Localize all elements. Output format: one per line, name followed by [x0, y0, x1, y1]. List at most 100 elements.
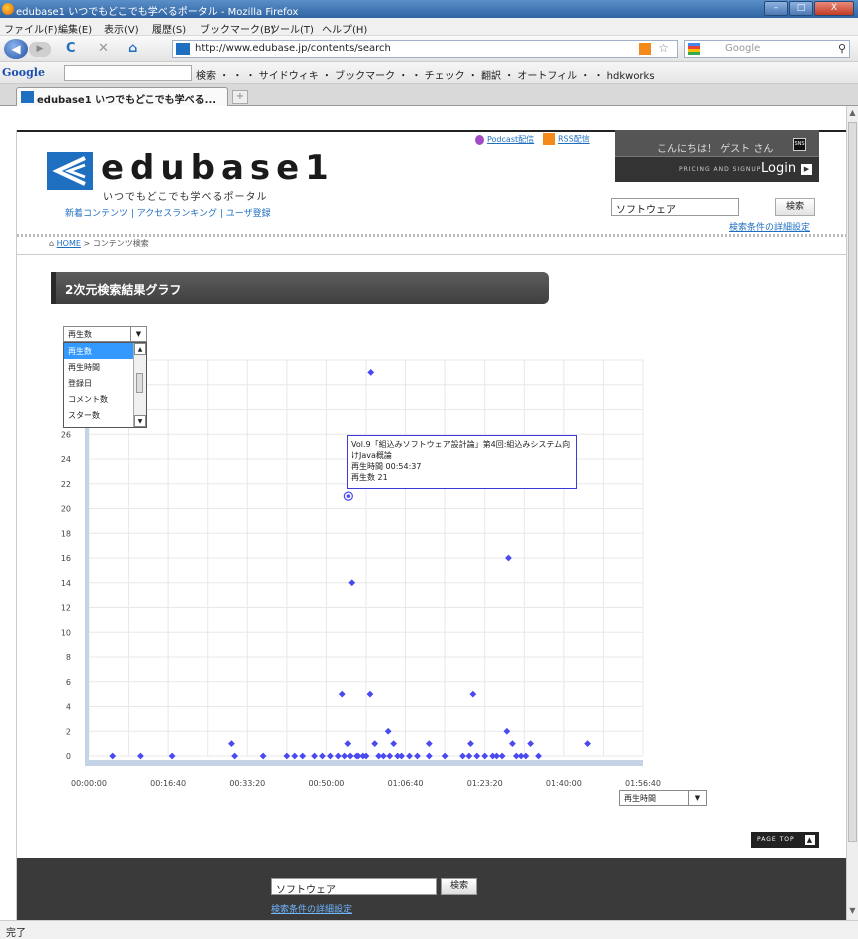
data-point — [319, 752, 326, 760]
data-point — [380, 752, 387, 760]
y-tick-label: 26 — [61, 430, 71, 439]
forward-button[interactable]: ▶ — [29, 42, 51, 57]
breadcrumb-home[interactable]: HOME — [57, 239, 81, 248]
section-title: 2次元検索結果グラフ — [51, 272, 549, 304]
advanced-search-link[interactable]: 検索条件の詳細設定 — [729, 220, 810, 233]
firefox-icon — [2, 3, 14, 15]
y-tick-label: 12 — [61, 604, 71, 613]
search-bar[interactable]: Google ⚲ — [684, 40, 850, 58]
data-point — [459, 752, 466, 760]
y-axis-options-list[interactable]: 再生数 再生時間 登録日 コメント数 スター数 ▲ ▼ — [63, 342, 147, 428]
url-bar[interactable]: http://www.edubase.jp/contents/search ☆ — [172, 40, 678, 58]
window-titlebar[interactable]: edubase1 いつでもどこでも学べるポータル - Mozilla Firef… — [0, 0, 858, 18]
scroll-down-icon[interactable]: ▼ — [134, 415, 146, 427]
breadcrumb-divider — [17, 254, 846, 255]
y-option-registered[interactable]: 登録日 — [64, 375, 134, 391]
chevron-down-icon[interactable]: ▼ — [130, 327, 146, 341]
data-point — [228, 740, 235, 748]
new-tab-button[interactable]: + — [232, 90, 248, 104]
data-point — [505, 554, 512, 562]
data-point — [522, 752, 530, 760]
site-logo[interactable]: edubase1 いつでもどこでも学べるポータル — [47, 148, 329, 204]
footer: ソフトウェア 検索 検索条件の詳細設定 — [17, 858, 846, 920]
login-arrow-icon: ▶ — [801, 164, 812, 175]
tab-favicon-icon — [21, 91, 34, 103]
menu-file[interactable]: ファイル(F) — [4, 21, 58, 36]
data-point — [441, 752, 449, 760]
scroll-up-icon[interactable]: ▲ — [134, 343, 146, 355]
menu-edit[interactable]: 編集(E) — [58, 21, 92, 36]
data-point — [535, 752, 542, 760]
data-point — [398, 752, 406, 760]
header-search-button[interactable]: 検索 — [775, 198, 815, 216]
footer-search-input[interactable]: ソフトウェア — [271, 878, 437, 896]
highlighted-point-center — [346, 494, 351, 498]
minimize-button[interactable]: – — [764, 1, 788, 16]
rss-label: RSS配信 — [558, 134, 590, 144]
status-bar: 完了 — [0, 920, 858, 939]
options-scrollbar[interactable]: ▲ ▼ — [133, 343, 146, 427]
scroll-up-icon[interactable]: ▲ — [848, 108, 857, 120]
data-point — [425, 752, 433, 760]
breadcrumb: ⌂ HOME > コンテンツ検索 — [49, 238, 149, 249]
login-button[interactable]: Login — [761, 161, 796, 176]
menu-tools[interactable]: ツール(T) — [270, 21, 314, 36]
back-button[interactable]: ◀ — [4, 39, 28, 59]
google-icon[interactable] — [688, 43, 700, 55]
menu-bookmarks[interactable]: ブックマーク(B) — [200, 21, 275, 36]
x-tick-label: 00:16:40 — [150, 779, 186, 788]
url-text: http://www.edubase.jp/contents/search — [195, 43, 391, 54]
footer-advanced-search-link[interactable]: 検索条件の詳細設定 — [271, 902, 352, 915]
header-search-input[interactable]: ソフトウェア — [611, 198, 739, 216]
y-tick-label: 10 — [61, 628, 71, 637]
scroll-down-icon[interactable]: ▼ — [848, 906, 857, 918]
data-point — [109, 752, 117, 760]
data-point — [259, 752, 267, 760]
sns-icon[interactable]: SNS — [793, 138, 806, 151]
tab-edubase[interactable]: edubase1 いつでもどこでも学べる... — [16, 87, 228, 106]
y-option-comments[interactable]: コメント数 — [64, 391, 134, 407]
home-icon: ⌂ — [49, 239, 57, 248]
tab-bar: edubase1 いつでもどこでも学べる... + — [0, 84, 858, 106]
maximize-button[interactable]: □ — [789, 1, 813, 16]
google-search-input[interactable] — [64, 65, 192, 81]
menu-view[interactable]: 表示(V) — [104, 21, 139, 36]
close-button[interactable]: X — [814, 1, 854, 16]
data-point — [390, 740, 398, 748]
page-top-button[interactable]: PAGE TOP ▲ — [751, 832, 819, 848]
footer-search-button[interactable]: 検索 — [441, 878, 477, 895]
data-point — [231, 752, 239, 760]
stop-icon[interactable]: ✕ — [98, 41, 109, 56]
pricing-link[interactable]: PRICING AND SIGNUP — [679, 166, 761, 173]
header-links[interactable]: 新着コンテンツ | アクセスランキング | ユーザ登録 — [65, 206, 271, 219]
home-icon[interactable]: ⌂ — [128, 41, 137, 56]
rss-icon[interactable] — [639, 43, 651, 55]
y-tick-label: 8 — [66, 653, 71, 662]
data-point — [414, 752, 421, 760]
y-axis-select[interactable]: 再生数 ▼ — [63, 326, 147, 342]
login-row[interactable]: PRICING AND SIGNUP Login ▶ — [615, 157, 819, 182]
google-toolbar-items[interactable]: 検索 ・ ・ ・ サイドウィキ ・ ブックマーク ・ ・ チェック ・ 翻訳 ・… — [196, 67, 655, 82]
bookmark-star-icon[interactable]: ☆ — [658, 41, 669, 55]
y-option-stars[interactable]: スター数 — [64, 407, 134, 423]
reload-icon[interactable]: C — [66, 41, 76, 56]
podcast-link[interactable]: Podcast配信 — [475, 134, 534, 145]
y-tick-label: 18 — [61, 529, 71, 538]
breadcrumb-current: > コンテンツ検索 — [83, 239, 149, 248]
x-tick-label: 00:50:00 — [308, 779, 344, 788]
menu-help[interactable]: ヘルプ(H) — [322, 21, 367, 36]
page-content: edubase1 いつでもどこでも学べるポータル 新着コンテンツ | アクセスラ… — [16, 130, 846, 920]
y-option-duration[interactable]: 再生時間 — [64, 359, 134, 375]
podcast-label: Podcast配信 — [487, 135, 535, 144]
scroll-thumb[interactable] — [136, 373, 143, 393]
x-axis-select[interactable]: 再生時間 ▼ — [619, 790, 707, 806]
rss-link[interactable]: RSS配信 — [543, 133, 590, 145]
scroll-thumb[interactable] — [848, 122, 857, 842]
menu-history[interactable]: 履歴(S) — [152, 21, 186, 36]
y-tick-label: 2 — [66, 727, 71, 736]
chevron-down-icon[interactable]: ▼ — [688, 791, 706, 805]
magnifier-icon[interactable]: ⚲ — [838, 42, 846, 55]
y-option-views[interactable]: 再生数 — [64, 343, 134, 359]
page-scrollbar[interactable]: ▲ ▼ — [846, 106, 858, 920]
data-point — [348, 579, 356, 587]
